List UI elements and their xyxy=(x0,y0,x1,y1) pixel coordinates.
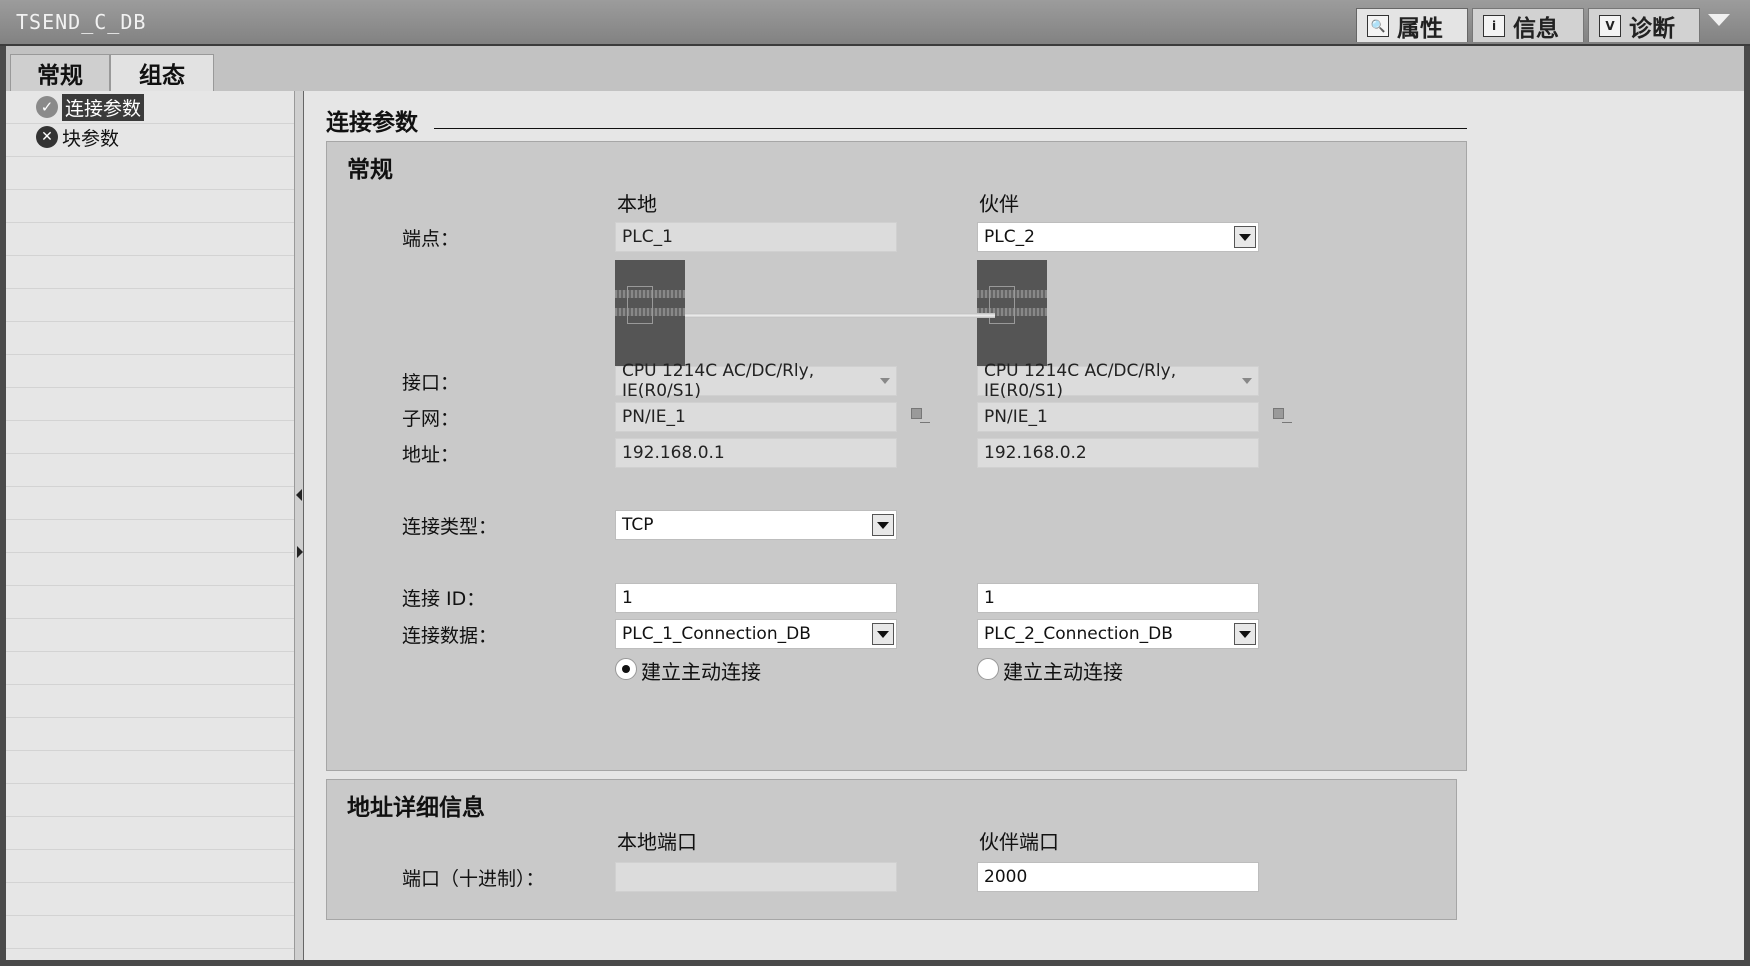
connection-type-select[interactable]: TCP xyxy=(615,510,897,540)
interface-label: 接口： xyxy=(402,372,460,394)
chevron-down-icon[interactable] xyxy=(1234,226,1256,248)
info-icon: i xyxy=(1483,14,1505,37)
collapse-left-icon[interactable] xyxy=(296,489,302,501)
partner-connection-data-select[interactable]: PLC_2_Connection_DB xyxy=(977,619,1259,649)
tab-info[interactable]: i 信息 xyxy=(1472,8,1584,42)
local-port-field xyxy=(615,862,897,892)
properties-window: TSEND_C_DB 🔍 属性 i 信息 V 诊断 常规 组态 ✓ 连接参数 ✕… xyxy=(0,0,1750,966)
tab-properties[interactable]: 🔍 属性 xyxy=(1356,8,1468,42)
network-connection-line xyxy=(685,313,995,318)
partner-interface-value: CPU 1214C AC/DC/Rly, IE(R0/S1) xyxy=(984,361,1177,401)
tab-diagnostics[interactable]: V 诊断 xyxy=(1588,8,1700,42)
address-details-group: 地址详细信息 本地端口 伙伴端口 端口（十进制）： 2000 xyxy=(326,779,1457,920)
tab-general[interactable]: 常规 xyxy=(10,54,110,91)
tab-properties-label: 属性 xyxy=(1397,15,1443,42)
column-header-partner-port: 伙伴端口 xyxy=(979,830,1059,854)
local-interface-select: CPU 1214C AC/DC/Rly, IE(R0/S1) xyxy=(615,361,897,401)
nav-item-connection-params[interactable]: ✓ 连接参数 xyxy=(36,93,145,121)
connection-data-label: 连接数据： xyxy=(402,625,498,647)
check-circle-icon: ✓ xyxy=(36,96,58,118)
nav-item-label: 块参数 xyxy=(62,127,120,150)
tab-info-label: 信息 xyxy=(1513,15,1559,42)
partner-connection-data-value: PLC_2_Connection_DB xyxy=(984,624,1173,644)
title-bar: TSEND_C_DB 🔍 属性 i 信息 V 诊断 xyxy=(0,0,1750,46)
diagnostics-icon: V xyxy=(1599,14,1621,37)
connection-type-label: 连接类型： xyxy=(402,516,498,538)
partner-active-connection-label: 建立主动连接 xyxy=(1003,660,1123,684)
local-active-connection-label: 建立主动连接 xyxy=(641,660,761,684)
local-endpoint-field: PLC_1 xyxy=(615,222,897,252)
partner-connection-id-input[interactable]: 1 xyxy=(977,583,1259,613)
expand-right-icon[interactable] xyxy=(297,546,303,558)
local-active-connection-radio[interactable] xyxy=(615,658,637,680)
column-header-local-port: 本地端口 xyxy=(617,830,697,854)
chevron-down-icon[interactable] xyxy=(872,514,894,536)
group-title: 地址详细信息 xyxy=(347,795,485,821)
nav-item-label: 连接参数 xyxy=(62,93,145,121)
error-circle-icon: ✕ xyxy=(36,126,58,148)
partner-active-connection-radio[interactable] xyxy=(977,658,999,680)
subtab-bar: 常规 组态 xyxy=(6,46,1744,91)
chevron-down-icon[interactable] xyxy=(872,623,894,645)
general-group: 常规 本地 伙伴 端点： PLC_1 PLC_2 接口： CPU 1214C A… xyxy=(326,141,1467,771)
subnet-icon[interactable] xyxy=(911,408,930,426)
local-plc-image xyxy=(615,260,685,370)
chevron-down-icon[interactable] xyxy=(1234,623,1256,645)
subnet-icon[interactable] xyxy=(1273,408,1292,426)
partner-endpoint-select[interactable]: PLC_2 xyxy=(977,222,1259,252)
connection-type-value: TCP xyxy=(622,515,654,535)
endpoint-label: 端点： xyxy=(402,228,460,250)
port-label: 端口（十进制）： xyxy=(402,868,545,890)
local-subnet-field: PN/IE_1 xyxy=(615,402,897,432)
main-panel: 连接参数 常规 本地 伙伴 端点： PLC_1 PLC_2 接口： CPU 12… xyxy=(304,91,1744,960)
partner-subnet-field: PN/IE_1 xyxy=(977,402,1259,432)
local-address-field: 192.168.0.1 xyxy=(615,438,897,468)
section-title: 连接参数 xyxy=(326,110,418,136)
partner-endpoint-value: PLC_2 xyxy=(984,227,1035,247)
left-nav: ✓ 连接参数 ✕ 块参数 xyxy=(6,91,298,960)
address-label: 地址： xyxy=(402,444,460,466)
panel-splitter[interactable] xyxy=(294,91,304,960)
local-connection-data-select[interactable]: PLC_1_Connection_DB xyxy=(615,619,897,649)
tab-configuration[interactable]: 组态 xyxy=(110,54,214,91)
nav-item-block-params[interactable]: ✕ 块参数 xyxy=(36,125,120,150)
connection-id-label: 连接 ID： xyxy=(402,588,486,610)
partner-address-field: 192.168.0.2 xyxy=(977,438,1259,468)
local-interface-value: CPU 1214C AC/DC/Rly, IE(R0/S1) xyxy=(622,361,815,401)
local-connection-id-input[interactable]: 1 xyxy=(615,583,897,613)
column-header-partner: 伙伴 xyxy=(979,192,1019,216)
chevron-down-icon xyxy=(1242,378,1252,384)
partner-port-input[interactable]: 2000 xyxy=(977,862,1259,892)
section-divider xyxy=(434,128,1467,129)
group-title: 常规 xyxy=(347,157,393,183)
properties-icon: 🔍 xyxy=(1367,14,1389,37)
subnet-label: 子网： xyxy=(402,408,460,430)
tab-diagnostics-label: 诊断 xyxy=(1629,15,1675,42)
partner-interface-select: CPU 1214C AC/DC/Rly, IE(R0/S1) xyxy=(977,361,1259,401)
chevron-down-icon xyxy=(880,378,890,384)
local-connection-data-value: PLC_1_Connection_DB xyxy=(622,624,811,644)
window-title: TSEND_C_DB xyxy=(16,10,147,34)
chevron-down-icon[interactable] xyxy=(1708,14,1730,26)
column-header-local: 本地 xyxy=(617,192,657,216)
